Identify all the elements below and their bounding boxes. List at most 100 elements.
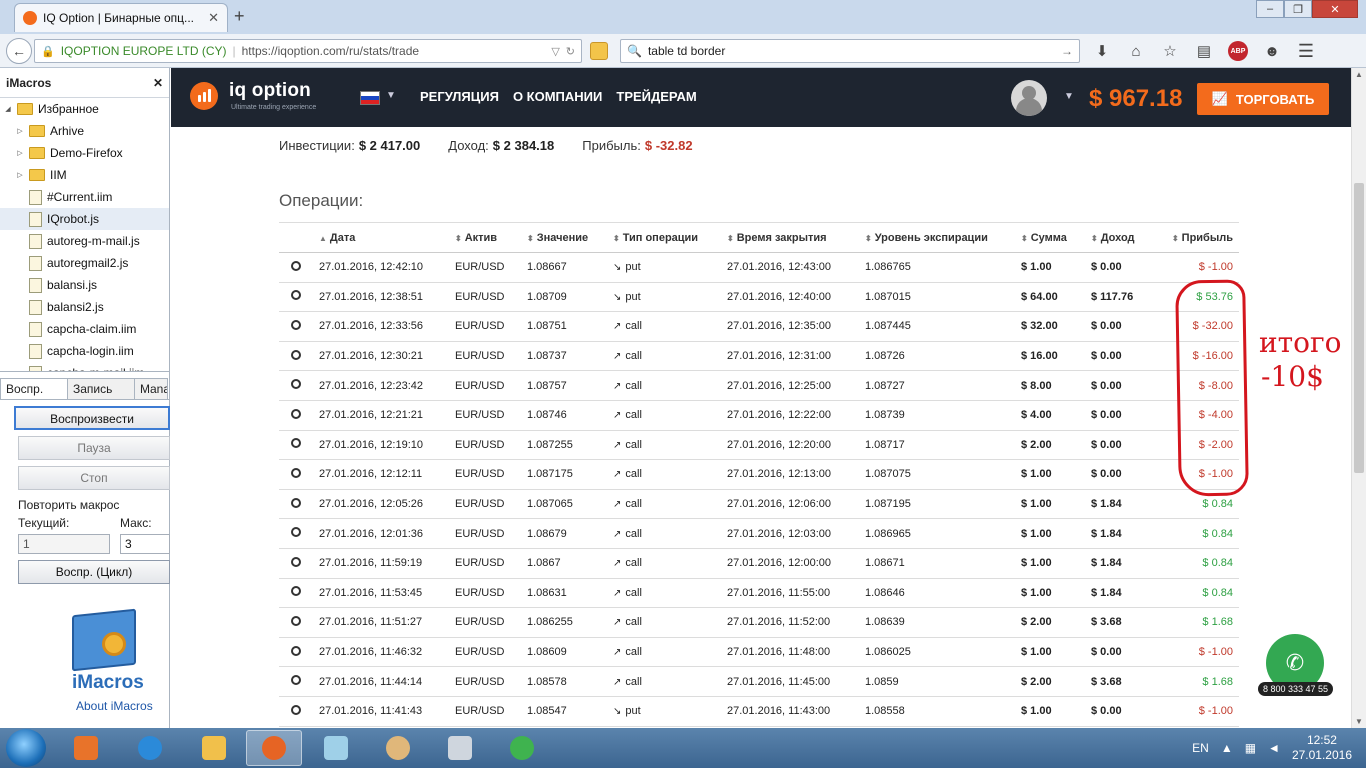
minimize-button[interactable]: – bbox=[1256, 0, 1284, 18]
url-dropdown-icon[interactable]: ▽ bbox=[551, 45, 559, 58]
notepad-icon[interactable] bbox=[308, 730, 364, 766]
scroll-down-icon[interactable]: ▼ bbox=[1355, 717, 1363, 726]
imacros-extension-icon[interactable] bbox=[590, 42, 608, 60]
column-header[interactable]: ⬍ Актив bbox=[455, 222, 527, 253]
table-row[interactable]: 27.01.2016, 12:01:36 EUR/USD 1.08679 ↗ call 2… bbox=[279, 518, 1239, 549]
macro-tree-item[interactable]: autoregmail2.js bbox=[0, 252, 169, 274]
sort-icon[interactable]: ⬍ bbox=[1021, 234, 1028, 243]
bookmark-star-icon[interactable]: ☆ bbox=[1160, 41, 1180, 61]
taskbar-clock[interactable]: 12:52 27.01.2016 bbox=[1292, 733, 1352, 763]
avatar[interactable] bbox=[1011, 80, 1047, 116]
table-row[interactable]: 27.01.2016, 12:05:26 EUR/USD 1.087065 ↗ call… bbox=[279, 489, 1239, 520]
home-icon[interactable]: ⌂ bbox=[1126, 41, 1146, 61]
tree-expander-icon[interactable]: ▷ bbox=[16, 149, 24, 157]
table-row[interactable]: 27.01.2016, 11:59:19 EUR/USD 1.0867 ↗ call 27… bbox=[279, 548, 1239, 579]
column-header[interactable]: ⬍ Время закрытия bbox=[727, 222, 865, 253]
close-sidebar-icon[interactable]: ✕ bbox=[153, 76, 163, 90]
trade-button[interactable]: 📈 ТОРГОВАТЬ bbox=[1197, 83, 1329, 115]
tree-expander-icon[interactable]: ▷ bbox=[16, 171, 24, 179]
iqoption-logo-icon[interactable] bbox=[190, 82, 218, 110]
loop-play-button[interactable]: Воспр. (Цикл) bbox=[18, 560, 170, 584]
close-window-button[interactable]: ✕ bbox=[1312, 0, 1358, 18]
table-row[interactable]: 27.01.2016, 12:33:56 EUR/USD 1.08751 ↗ call 2… bbox=[279, 311, 1239, 342]
page-scrollbar[interactable]: ▲ ▼ bbox=[1351, 68, 1366, 728]
file-explorer-icon[interactable] bbox=[186, 730, 242, 766]
stop-button[interactable]: Стоп bbox=[18, 466, 170, 490]
sort-icon[interactable]: ⬍ bbox=[727, 234, 734, 243]
table-row[interactable]: 27.01.2016, 12:19:10 EUR/USD 1.087255 ↗ call… bbox=[279, 430, 1239, 461]
play-button[interactable]: Воспроизвести bbox=[14, 406, 170, 430]
table-row[interactable]: 27.01.2016, 12:30:21 EUR/USD 1.08737 ↗ call 2… bbox=[279, 341, 1239, 372]
table-row[interactable]: 27.01.2016, 11:44:14 EUR/USD 1.08578 ↗ call 2… bbox=[279, 666, 1239, 697]
sidebar-tab[interactable]: Запись bbox=[67, 378, 135, 399]
column-header[interactable]: ▲ Дата bbox=[319, 222, 455, 253]
maximize-button[interactable]: ❐ bbox=[1284, 0, 1312, 18]
search-go-icon[interactable]: → bbox=[1061, 44, 1073, 58]
macro-tree-item[interactable]: ▷ Arhive bbox=[0, 120, 169, 142]
tree-expander-icon[interactable]: ◢ bbox=[4, 105, 12, 113]
sort-icon[interactable]: ⬍ bbox=[1172, 234, 1179, 243]
sound-icon[interactable]: ◄ bbox=[1268, 741, 1280, 755]
download-icon[interactable]: ⬇ bbox=[1092, 41, 1112, 61]
calculator-icon[interactable] bbox=[432, 730, 488, 766]
tree-expander-icon[interactable]: ▷ bbox=[16, 127, 24, 135]
column-header[interactable]: ⬍ Прибыль bbox=[1169, 222, 1239, 253]
pause-button[interactable]: Пауза bbox=[18, 436, 170, 460]
close-tab-icon[interactable]: ✕ bbox=[208, 10, 219, 26]
sidebar-tab[interactable]: Воспр. bbox=[0, 378, 68, 399]
search-bar[interactable]: 🔍 table td border → bbox=[620, 39, 1080, 63]
table-row[interactable]: 27.01.2016, 12:38:51 EUR/USD 1.08709 ↘ put 27… bbox=[279, 282, 1239, 313]
table-row[interactable]: 27.01.2016, 12:23:42 EUR/USD 1.08757 ↗ call 2… bbox=[279, 370, 1239, 401]
table-row[interactable]: 27.01.2016, 11:41:43 EUR/USD 1.08547 ↘ put 27… bbox=[279, 696, 1239, 727]
macro-tree-item[interactable]: IQrobot.js bbox=[0, 208, 169, 230]
macro-tree-item[interactable]: ▷ IIM bbox=[0, 164, 169, 186]
macro-tree-item[interactable]: #Current.iim bbox=[0, 186, 169, 208]
paint-icon[interactable] bbox=[370, 730, 426, 766]
sort-icon[interactable]: ⬍ bbox=[865, 234, 872, 243]
sort-icon[interactable]: ⬍ bbox=[455, 234, 462, 243]
adblock-icon[interactable]: ABP bbox=[1228, 41, 1248, 61]
column-header[interactable]: ⬍ Сумма bbox=[1021, 222, 1091, 253]
macro-tree-item[interactable]: capcha-claim.iim bbox=[0, 318, 169, 340]
main-nav-item[interactable]: ТРЕЙДЕРАМ bbox=[616, 89, 696, 104]
back-button[interactable]: ← bbox=[6, 38, 32, 64]
bookmarks-list-icon[interactable]: ▤ bbox=[1194, 41, 1214, 61]
table-row[interactable]: 27.01.2016, 12:12:11 EUR/USD 1.087175 ↗ call… bbox=[279, 459, 1239, 490]
account-caret-icon[interactable]: ▼ bbox=[1064, 91, 1074, 102]
macro-tree-item[interactable]: ◢ Избранное bbox=[0, 98, 169, 120]
column-header[interactable]: ⬍ Значение bbox=[527, 222, 613, 253]
menu-icon[interactable]: ☰ bbox=[1296, 41, 1316, 61]
tray-expand-icon[interactable]: ▲ bbox=[1221, 741, 1233, 755]
macro-tree-item[interactable]: autoreg-m-mail.js bbox=[0, 230, 169, 252]
browser-tab[interactable]: IQ Option | Бинарные опц... ✕ bbox=[14, 3, 228, 32]
new-tab-icon[interactable]: + bbox=[234, 6, 245, 27]
macro-tree-item[interactable]: balansi.js bbox=[0, 274, 169, 296]
main-nav-item[interactable]: О КОМПАНИИ bbox=[513, 89, 602, 104]
macro-tree-item[interactable]: balansi2.js bbox=[0, 296, 169, 318]
callback-phone-number[interactable]: 8 800 333 47 55 bbox=[1258, 682, 1334, 696]
column-header[interactable]: ⬍ Доход bbox=[1091, 222, 1169, 253]
sort-icon[interactable]: ⬍ bbox=[613, 234, 620, 243]
site-identity[interactable]: IQOPTION EUROPE LTD (CY) bbox=[61, 44, 227, 58]
language-indicator[interactable]: EN bbox=[1192, 741, 1209, 755]
url-text[interactable]: https://iqoption.com/ru/stats/trade bbox=[242, 44, 546, 58]
start-button[interactable] bbox=[6, 729, 46, 767]
brand-name[interactable]: iq option bbox=[229, 80, 311, 102]
macro-tree-item[interactable]: ▷ Demo-Firefox bbox=[0, 142, 169, 164]
russian-flag-icon[interactable] bbox=[360, 91, 380, 105]
reload-icon[interactable]: ↻ bbox=[566, 45, 575, 58]
mail-agent-icon[interactable] bbox=[494, 730, 550, 766]
monkey-extension-icon[interactable]: ☻ bbox=[1262, 41, 1282, 61]
sort-icon[interactable]: ⬍ bbox=[1091, 234, 1098, 243]
table-row[interactable]: 27.01.2016, 12:42:10 EUR/USD 1.08667 ↘ put 27… bbox=[279, 252, 1239, 283]
search-input[interactable]: table td border bbox=[648, 44, 725, 58]
sidebar-tab[interactable]: Mana bbox=[134, 378, 168, 399]
url-bar[interactable]: 🔒 IQOPTION EUROPE LTD (CY) | https://iqo… bbox=[34, 39, 582, 63]
about-imacros-link[interactable]: About iMacros bbox=[76, 699, 153, 713]
main-nav-item[interactable]: РЕГУЛЯЦИЯ bbox=[420, 89, 499, 104]
table-row[interactable]: 27.01.2016, 12:21:21 EUR/USD 1.08746 ↗ call 2… bbox=[279, 400, 1239, 431]
table-row[interactable]: 27.01.2016, 11:53:45 EUR/USD 1.08631 ↗ call 2… bbox=[279, 578, 1239, 609]
max-field[interactable] bbox=[120, 534, 170, 554]
language-caret-icon[interactable]: ▼ bbox=[386, 90, 396, 101]
macro-tree-item[interactable]: capcha-login.iim bbox=[0, 340, 169, 362]
